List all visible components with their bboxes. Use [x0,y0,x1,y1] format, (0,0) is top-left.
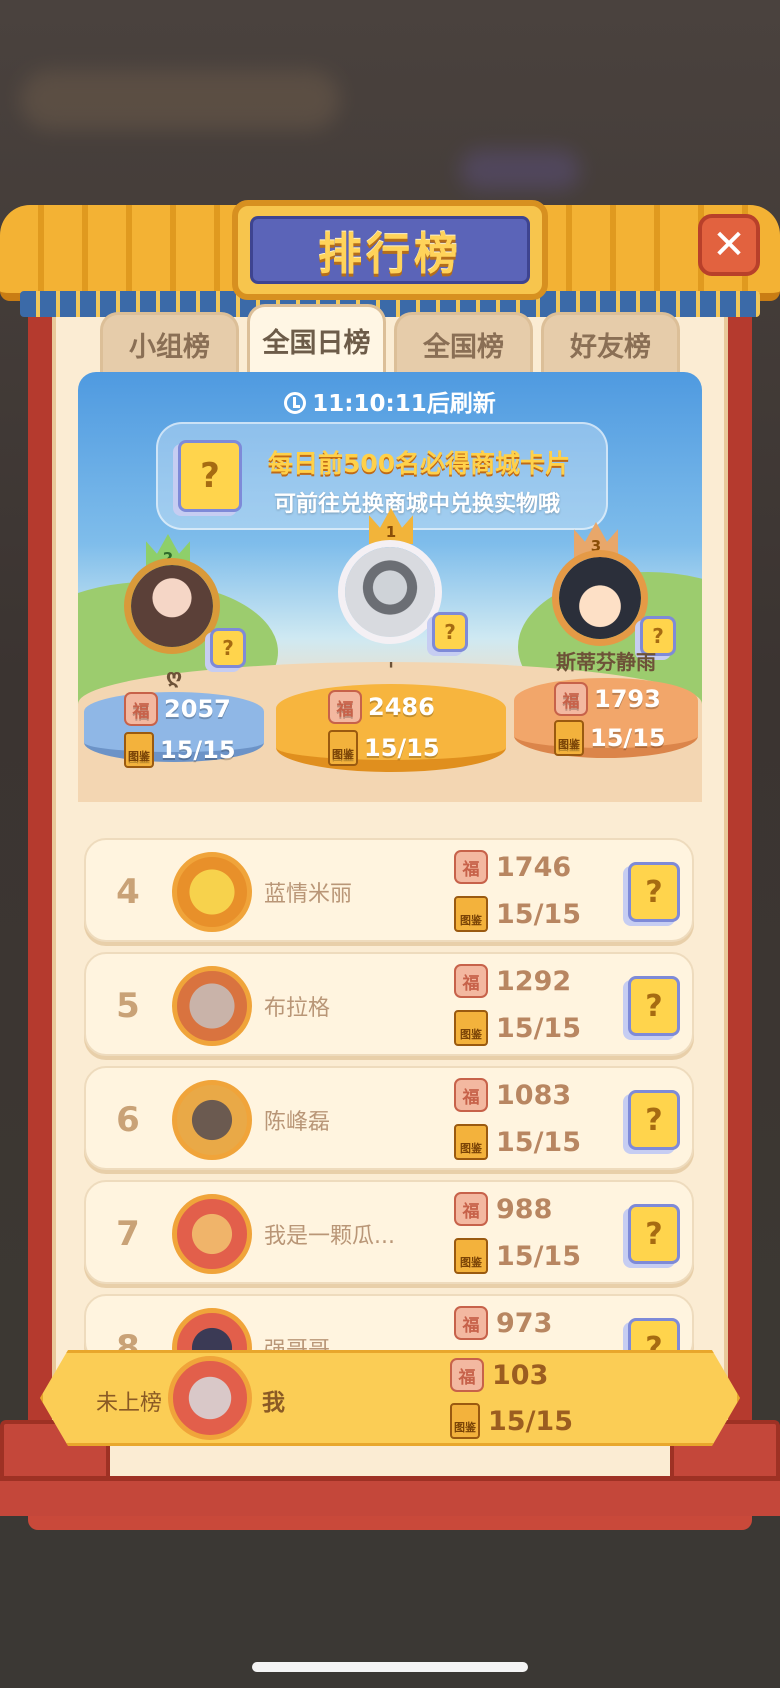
list-item[interactable]: 4 蓝情米丽 福 1746 图鉴 15/15 ? [84,838,694,942]
my-name: 我 [262,1390,285,1416]
refresh-time: 11:10:11 [312,391,427,417]
score: 福 1746 [454,850,571,884]
player-name: 蓝情米丽 [264,882,353,907]
score: 福 1083 [454,1078,571,1112]
card-book-icon: 图鉴 [454,896,488,932]
podium-cards: 图鉴 15/15 [124,732,236,768]
tab-national[interactable]: 全国榜 [394,312,533,374]
title-plaque: 排行榜 [232,200,548,300]
card-book-icon: 图鉴 [554,720,584,756]
score: 福 973 [454,1306,552,1340]
page-title: 排行榜 [318,229,462,280]
tab-friends[interactable]: 好友榜 [541,312,680,374]
card-book-icon: 图鉴 [454,1010,488,1046]
podium-rank-2[interactable]: 2 ? ღ 福 2057 图鉴 15/15 [84,522,264,772]
podium-rank-3[interactable]: 3 ? 斯蒂芬静雨 福 1793 图鉴 15/15 [514,512,698,782]
player-name: 陈峰磊 [264,1110,331,1135]
tab-group[interactable]: 小组榜 [100,312,239,374]
my-rank-status: 未上榜 [96,1391,163,1416]
podium-name: ' [387,658,395,682]
podium-name: ღ [165,664,183,688]
card-book-icon: 图鉴 [454,1238,488,1274]
refresh-timer: 11:10:11后刷新 [78,384,702,418]
tab-national-daily[interactable]: 全国日榜 [247,304,386,374]
fu-score-icon: 福 [554,682,588,716]
rank-1-crown-icon: 1 [369,508,413,544]
reward-card-icon: ? [432,612,468,652]
card-book-icon: 图鉴 [328,730,358,766]
rank-number: 7 [116,1214,140,1254]
podium-score: 福 1793 [554,682,661,716]
title-plaque-inner: 排行榜 [250,216,530,284]
rank-number: 4 [116,872,140,912]
list-item[interactable]: 5 布拉格 福 1292 图鉴 15/15 ? [84,952,694,1056]
card-book-icon: 图鉴 [124,732,154,768]
card-book-icon: 图鉴 [454,1124,488,1160]
my-card-count: 图鉴 15/15 [450,1403,573,1439]
base-bar [0,1476,780,1516]
fu-score-icon: 福 [124,692,158,726]
tab-bar: 小组榜 全国日榜 全国榜 好友榜 [100,304,680,374]
rank-number: 5 [116,986,140,1026]
card-count: 图鉴 15/15 [454,896,581,932]
fu-score-icon: 福 [454,964,488,998]
my-avatar [168,1356,252,1440]
avatar [172,966,252,1046]
avatar [338,540,442,644]
rank-number: 6 [116,1100,140,1140]
podium-rank-1[interactable]: 1 ? ' 福 2486 图鉴 15/15 [276,502,506,782]
fu-score-icon: 福 [454,1306,488,1340]
my-score: 福 103 [450,1358,548,1392]
reward-card-icon[interactable]: ? [628,1204,680,1264]
avatar [172,1080,252,1160]
reward-card-icon[interactable]: ? [628,862,680,922]
list-item[interactable]: 7 我是一颗瓜... 福 988 图鉴 15/15 ? [84,1180,694,1284]
fu-score-icon: 福 [454,850,488,884]
card-count: 图鉴 15/15 [454,1238,581,1274]
top3-header: 11:10:11后刷新 ? 每日前500名必得商城卡片 可前往兑换商城中兑换实物… [78,372,702,802]
close-icon: ✕ [712,222,746,268]
reward-card-icon[interactable]: ? [628,976,680,1036]
promo-card-icon: ? [178,440,242,512]
player-name: 布拉格 [264,996,331,1021]
refresh-suffix: 后刷新 [426,391,496,417]
left-pillar [28,300,52,1500]
avatar [552,550,648,646]
fu-score-icon: 福 [328,690,362,724]
avatar [172,1194,252,1274]
podium-score: 福 2057 [124,692,231,726]
player-name: 我是一颗瓜... [264,1224,395,1249]
card-book-icon: 图鉴 [450,1403,480,1439]
promo-headline: 每日前500名必得商城卡片 [268,449,571,478]
podium-score: 福 2486 [328,690,435,724]
podium-name: 斯蒂芬静雨 [556,650,656,674]
home-indicator[interactable] [252,1662,528,1672]
podium-cards: 图鉴 15/15 [328,730,440,766]
reward-card-icon[interactable]: ? [628,1090,680,1150]
avatar [124,558,220,654]
avatar [172,852,252,932]
close-button[interactable]: ✕ [698,214,760,276]
card-count: 图鉴 15/15 [454,1010,581,1046]
list-item[interactable]: 6 陈峰磊 福 1083 图鉴 15/15 ? [84,1066,694,1170]
right-pillar [728,300,752,1500]
score: 福 1292 [454,964,571,998]
card-count: 图鉴 15/15 [454,1124,581,1160]
score: 福 988 [454,1192,552,1226]
fu-score-icon: 福 [450,1358,484,1392]
fu-score-icon: 福 [454,1078,488,1112]
clock-icon [284,392,307,414]
reward-card-icon: ? [210,628,246,668]
fu-score-icon: 福 [454,1192,488,1226]
podium-cards: 图鉴 15/15 [554,720,666,756]
